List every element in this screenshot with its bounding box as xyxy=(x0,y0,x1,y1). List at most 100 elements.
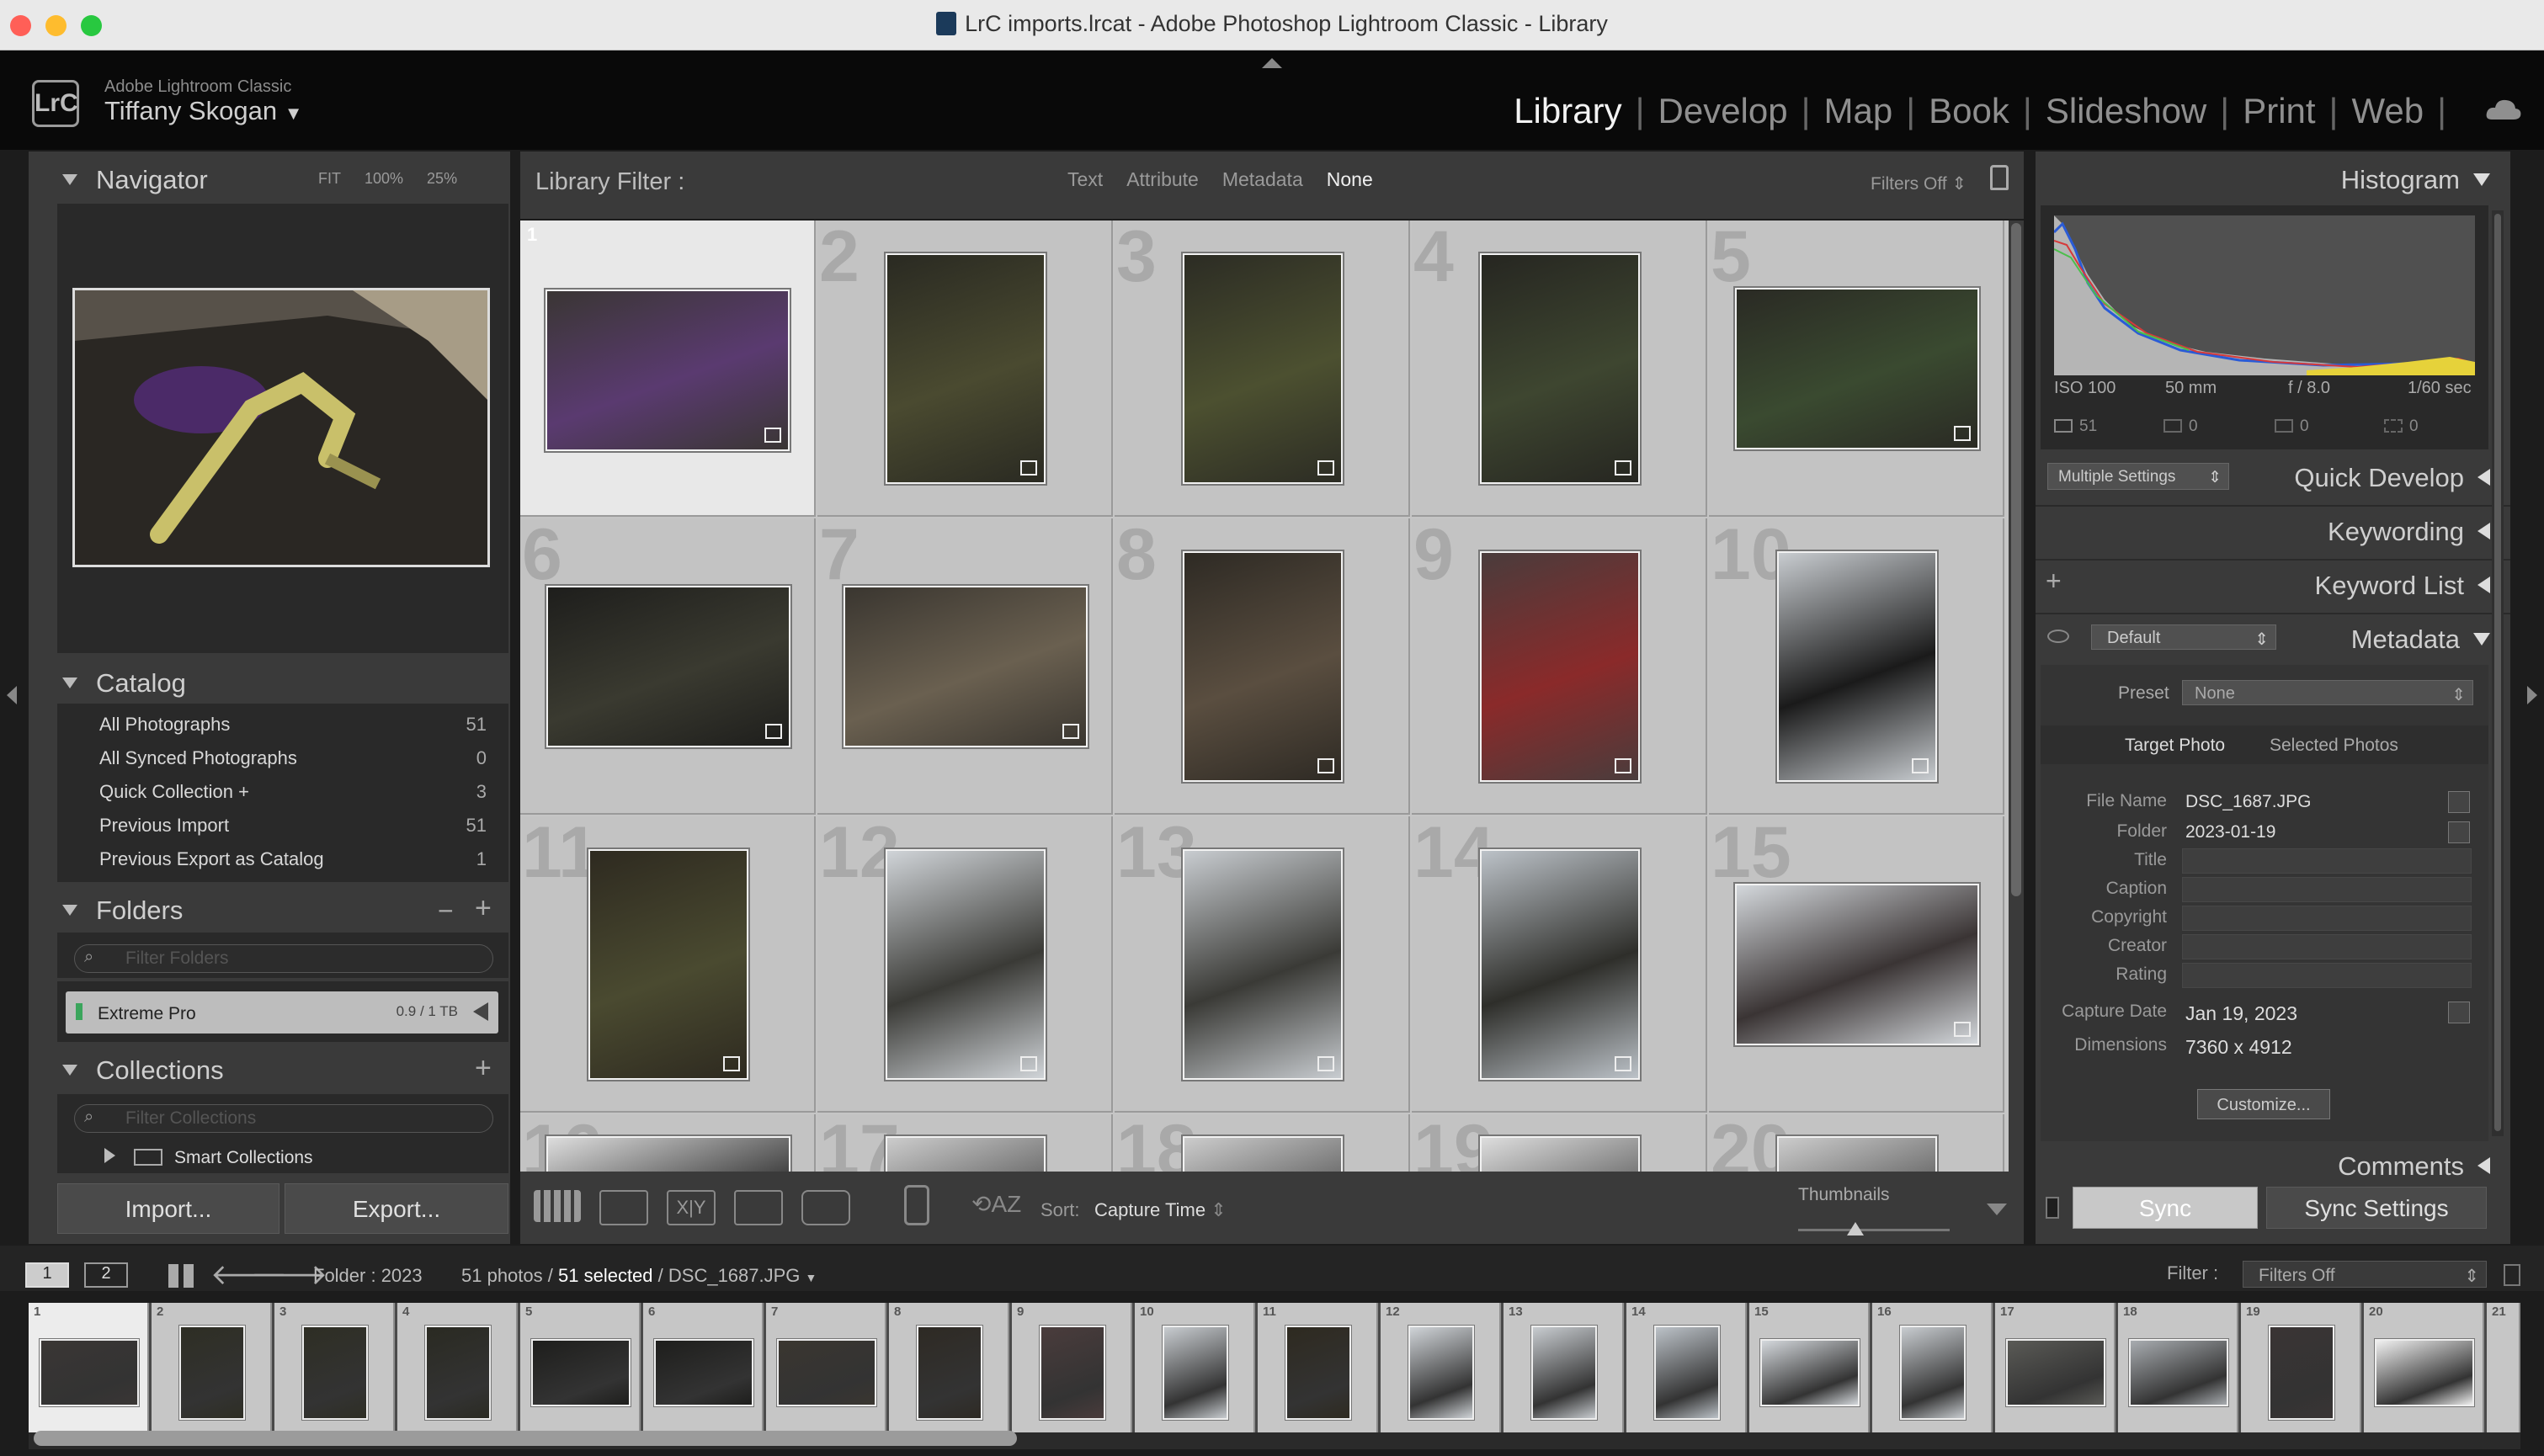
filter-attribute[interactable]: Attribute xyxy=(1126,168,1199,191)
filmstrip-cell[interactable]: 18 xyxy=(2118,1303,2238,1432)
grid-cell[interactable]: 16 xyxy=(520,1110,816,1172)
grid-scrollbar-thumb[interactable] xyxy=(2011,223,2021,896)
remove-folder-icon[interactable]: − xyxy=(438,895,454,927)
edited-badge-icon[interactable] xyxy=(1019,1056,1037,1071)
second-window-button[interactable]: 2 xyxy=(84,1262,128,1288)
filmstrip-cell[interactable]: 9 xyxy=(1012,1303,1132,1432)
painter-icon[interactable] xyxy=(904,1185,929,1225)
smart-collections-item[interactable]: Smart Collections xyxy=(104,1148,313,1168)
folders-header[interactable]: Folders xyxy=(62,895,183,926)
metadata-field-value[interactable] xyxy=(2182,848,2472,874)
photo-thumbnail[interactable] xyxy=(1182,253,1343,484)
photo-thumbnail[interactable] xyxy=(1776,551,1937,782)
photo-thumbnail[interactable] xyxy=(1479,253,1640,484)
filmstrip-thumbnail[interactable] xyxy=(1653,1326,1720,1420)
filmstrip-scrollbar-thumb[interactable] xyxy=(34,1431,1017,1446)
metadata-field-value[interactable] xyxy=(2182,877,2472,902)
metadata-action-icon[interactable] xyxy=(2448,821,2470,843)
filmstrip-thumbnail[interactable] xyxy=(178,1326,245,1420)
grid-cell[interactable]: 15 xyxy=(1709,812,2004,1113)
grid-cell[interactable]: 10 xyxy=(1709,514,2004,815)
photo-thumbnail[interactable] xyxy=(546,290,790,451)
histogram-header[interactable]: Histogram xyxy=(2341,165,2490,195)
metadata-field-value[interactable] xyxy=(2182,906,2472,931)
grid-cell[interactable]: 1 xyxy=(520,221,816,517)
grid-cell[interactable]: 7 xyxy=(817,514,1113,815)
photo-thumbnail[interactable] xyxy=(588,849,748,1080)
tab-selected-photos[interactable]: Selected Photos xyxy=(2270,736,2398,756)
edited-badge-icon[interactable] xyxy=(764,724,782,739)
filmstrip-thumbnail[interactable] xyxy=(2268,1326,2334,1420)
grid-cell[interactable]: 3 xyxy=(1115,221,1410,517)
metadata-field-value[interactable]: Jan 19, 2023 xyxy=(2182,1000,2445,1025)
people-view-icon[interactable] xyxy=(801,1190,850,1225)
selection-status[interactable]: 51 photos / 51 selected / DSC_1687.JPG ▼ xyxy=(461,1265,817,1287)
toolbar-menu-icon[interactable] xyxy=(1987,1204,2007,1215)
filmstrip-filter-select[interactable]: Filters Off ⇕ xyxy=(2243,1261,2487,1288)
thumbnail-size-slider[interactable] xyxy=(1798,1229,1950,1231)
filmstrip-thumbnail[interactable] xyxy=(424,1326,491,1420)
zoom-100[interactable]: 100% xyxy=(365,170,403,188)
right-panel-scrollbar[interactable] xyxy=(2492,210,2504,1136)
quick-develop-header[interactable]: Quick Develop xyxy=(2294,463,2490,493)
module-map[interactable]: Map xyxy=(1824,91,1893,131)
identity-plate[interactable]: Tiffany Skogan ▼ xyxy=(104,96,302,126)
filmstrip-cell[interactable]: 13 xyxy=(1504,1303,1624,1432)
grid-cell[interactable]: 4 xyxy=(1412,221,1707,517)
eye-icon[interactable] xyxy=(2047,630,2069,643)
photo-thumbnail[interactable] xyxy=(1776,1136,1937,1172)
folders-search-input[interactable]: Filter Folders xyxy=(74,944,493,973)
collections-header[interactable]: Collections xyxy=(62,1055,224,1086)
catalog-item[interactable]: All Photographs 51 xyxy=(99,714,487,736)
filmstrip-thumbnail[interactable] xyxy=(1899,1326,1966,1420)
metadata-header[interactable]: Metadata xyxy=(2351,624,2490,655)
zoom-25[interactable]: 25% xyxy=(427,170,457,188)
grid-cell[interactable]: 6 xyxy=(520,514,816,815)
edited-badge-icon[interactable] xyxy=(1614,460,1631,476)
sync-button[interactable]: Sync xyxy=(2073,1187,2258,1229)
keyword-list-header[interactable]: Keyword List xyxy=(2315,571,2490,601)
add-keyword-icon[interactable]: + xyxy=(2046,566,2062,597)
photo-thumbnail[interactable] xyxy=(1182,849,1343,1080)
module-print[interactable]: Print xyxy=(2243,91,2315,131)
metadata-view-select[interactable]: Default ⇕ xyxy=(2091,624,2276,650)
edited-badge-icon[interactable] xyxy=(1953,1022,1971,1037)
cloud-icon[interactable] xyxy=(2485,98,2522,121)
filmstrip-thumbnail[interactable] xyxy=(1039,1326,1105,1420)
filter-none[interactable]: None xyxy=(1327,168,1373,191)
filmstrip-cell[interactable]: 2 xyxy=(152,1303,272,1432)
preset-select[interactable]: None ⇕ xyxy=(2182,680,2473,705)
filmstrip-thumbnail[interactable] xyxy=(776,1339,876,1406)
compare-view-icon[interactable]: X|Y xyxy=(667,1190,716,1225)
filmstrip-cell[interactable]: 5 xyxy=(520,1303,641,1432)
filmstrip-thumbnail[interactable] xyxy=(2128,1339,2228,1406)
collapse-right-icon[interactable] xyxy=(2527,686,2537,704)
photo-thumbnail[interactable] xyxy=(1182,551,1343,782)
filmstrip-cell[interactable]: 20 xyxy=(2364,1303,2484,1432)
edited-badge-icon[interactable] xyxy=(1911,758,1929,773)
quick-develop-preset-select[interactable]: Multiple Settings ⇕ xyxy=(2047,463,2229,490)
catalog-item[interactable]: Quick Collection + 3 xyxy=(99,781,487,803)
edited-badge-icon[interactable] xyxy=(1317,758,1334,773)
photo-thumbnail[interactable] xyxy=(1182,1136,1343,1172)
collapse-left-icon[interactable] xyxy=(7,686,17,704)
grid-view-small-icon[interactable] xyxy=(168,1264,194,1288)
zoom-fit[interactable]: FIT xyxy=(318,170,341,188)
photo-thumbnail[interactable] xyxy=(1734,288,1979,449)
metadata-field-value[interactable]: 7360 x 4912 xyxy=(2182,1034,2445,1059)
filmstrip-thumbnail[interactable] xyxy=(301,1326,368,1420)
grid-cell[interactable]: 18 xyxy=(1115,1110,1410,1172)
filters-preset-select[interactable]: Filters Off ⇕ xyxy=(1871,173,1967,194)
loupe-view-icon[interactable] xyxy=(599,1190,648,1225)
sync-settings-button[interactable]: Sync Settings xyxy=(2266,1187,2487,1229)
catalog-item[interactable]: Previous Import 51 xyxy=(99,815,487,837)
catalog-header[interactable]: Catalog xyxy=(62,668,186,699)
filter-metadata[interactable]: Metadata xyxy=(1222,168,1303,191)
module-library[interactable]: Library xyxy=(1514,91,1621,131)
export-button[interactable]: Export... xyxy=(285,1183,508,1234)
filmstrip-thumbnail[interactable] xyxy=(1408,1326,1474,1420)
filmstrip-cell[interactable]: 10 xyxy=(1135,1303,1255,1432)
survey-view-icon[interactable] xyxy=(734,1190,783,1225)
navigator-preview-image[interactable] xyxy=(72,288,490,567)
photo-thumbnail[interactable] xyxy=(1734,884,1979,1045)
